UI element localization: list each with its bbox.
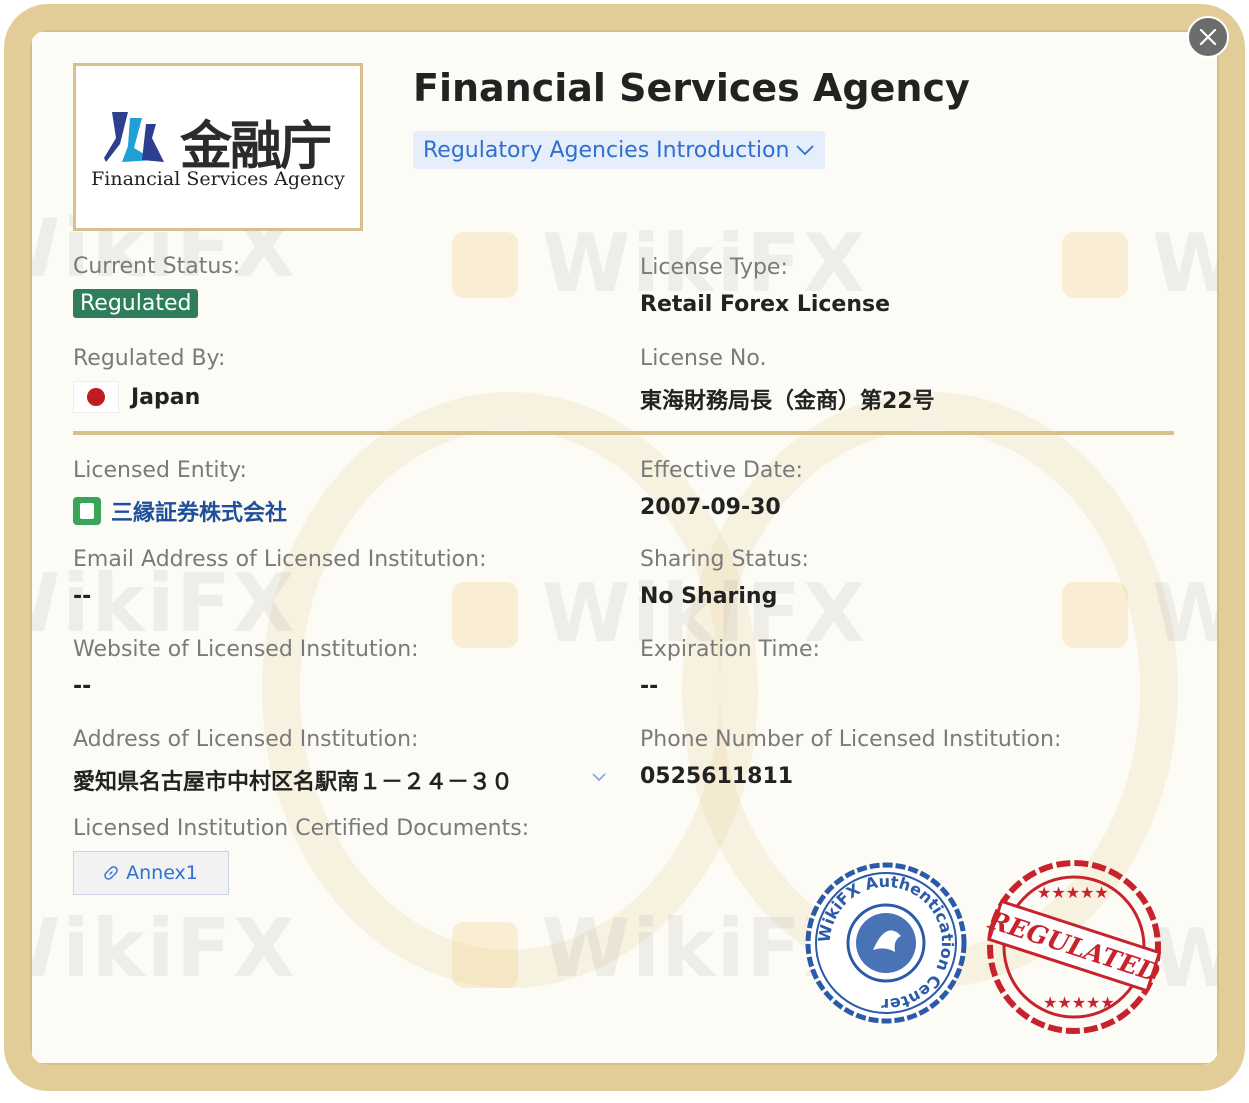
license-type-label: License Type: <box>640 255 788 280</box>
phone-field: Phone Number of Licensed Institution: 05… <box>640 727 1061 789</box>
address-value: 愛知県名古屋市中村区名駅南１－２４－３０ <box>73 770 514 795</box>
regulated-by-label: Regulated By: <box>73 346 226 371</box>
documents-label: Licensed Institution Certified Documents… <box>73 816 530 841</box>
regulator-logo: 金融庁 Financial Services Agency <box>73 63 363 231</box>
japan-flag-icon <box>73 381 119 413</box>
close-button[interactable] <box>1187 16 1229 58</box>
address-expand-button[interactable] <box>591 766 607 787</box>
license-no-field: License No. 東海財務局長（金商）第22号 <box>640 346 935 415</box>
wikifx-watermark-logo <box>1062 582 1128 648</box>
phone-label: Phone Number of Licensed Institution: <box>640 727 1062 752</box>
phone-value: 0525611811 <box>640 764 794 789</box>
website-field: Website of Licensed Institution: -- <box>73 637 419 699</box>
svg-text:★★★★★: ★★★★★ <box>1043 993 1115 1012</box>
effective-date-label: Effective Date: <box>640 458 803 483</box>
license-type-value: Retail Forex License <box>640 292 891 317</box>
wikifx-watermark: WikiFX <box>32 902 297 995</box>
email-field: Email Address of Licensed Institution: -… <box>73 547 487 609</box>
close-icon <box>1199 28 1217 46</box>
email-label: Email Address of Licensed Institution: <box>73 547 487 572</box>
section-divider <box>73 431 1174 435</box>
sharing-status-label: Sharing Status: <box>640 547 809 572</box>
website-label: Website of Licensed Institution: <box>73 637 419 662</box>
licensed-entity-link[interactable]: 三縁証券株式会社 <box>111 495 287 527</box>
expiration-field: Expiration Time: -- <box>640 637 820 699</box>
current-status-field: Current Status: Regulated <box>73 254 240 318</box>
fsa-logo-mark-icon <box>104 112 164 162</box>
wikifx-authentication-seal: WikiFX Authentication Center <box>805 862 967 1024</box>
page-title: Financial Services Agency <box>413 66 970 110</box>
wikifx-watermark-logo <box>452 232 518 298</box>
address-field: Address of Licensed Institution: 愛知県名古屋市… <box>73 727 513 796</box>
expiration-value: -- <box>640 674 659 699</box>
svg-text:★★★★★: ★★★★★ <box>1037 883 1109 902</box>
wikifx-watermark-logo <box>1062 232 1128 298</box>
company-icon <box>73 497 101 525</box>
documents-field: Licensed Institution Certified Documents… <box>73 816 529 841</box>
link-icon <box>104 866 118 880</box>
sharing-status-value: No Sharing <box>640 584 778 609</box>
regulatory-intro-label: Regulatory Agencies Introduction <box>423 137 790 163</box>
annex-label: Annex1 <box>126 862 198 884</box>
expiration-label: Expiration Time: <box>640 637 820 662</box>
effective-date-field: Effective Date: 2007-09-30 <box>640 458 803 520</box>
annex-button[interactable]: Annex1 <box>73 851 229 895</box>
address-label: Address of Licensed Institution: <box>73 727 419 752</box>
regulated-stamp: ★★★★★ ★★★★★ REGULATED <box>985 860 1163 1034</box>
status-badge: Regulated <box>73 289 199 318</box>
wikifx-watermark: WikiFX <box>1152 217 1217 310</box>
email-value: -- <box>73 584 92 609</box>
current-status-label: Current Status: <box>73 254 241 279</box>
sharing-status-field: Sharing Status: No Sharing <box>640 547 809 609</box>
website-value: -- <box>73 674 92 699</box>
effective-date-value: 2007-09-30 <box>640 495 781 520</box>
regulated-by-value: Japan <box>131 384 201 410</box>
wikifx-watermark: WikiFX <box>1152 567 1217 660</box>
regulatory-intro-dropdown[interactable]: Regulatory Agencies Introduction <box>413 131 826 169</box>
chevron-down-icon <box>796 145 815 156</box>
regulated-by-field: Regulated By: Japan <box>73 346 225 413</box>
licensed-entity-label: Licensed Entity: <box>73 458 247 483</box>
wikifx-watermark-logo <box>452 922 518 988</box>
licensed-entity-field: Licensed Entity: 三縁証券株式会社 <box>73 458 287 527</box>
chevron-down-icon <box>592 773 606 782</box>
logo-english-text: Financial Services Agency <box>91 168 345 190</box>
license-no-label: License No. <box>640 346 767 371</box>
license-type-field: License Type: Retail Forex License <box>640 255 890 317</box>
license-no-value: 東海財務局長（金商）第22号 <box>640 389 935 414</box>
